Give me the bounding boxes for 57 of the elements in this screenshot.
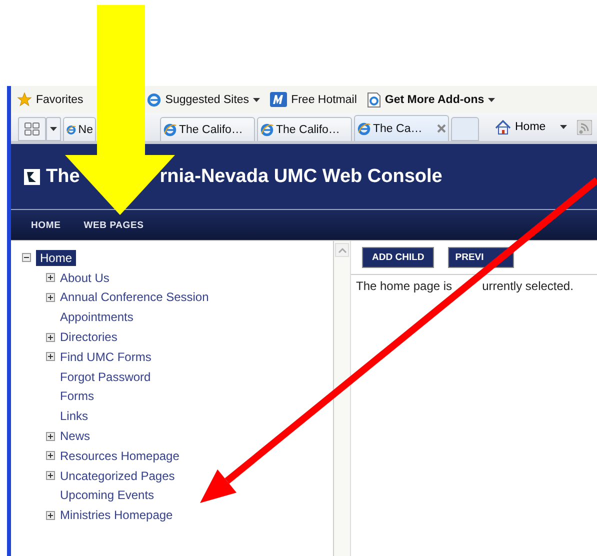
toolbar-button[interactable]: ADD CHILD: [362, 247, 434, 268]
status-message: urrently selected.: [482, 279, 574, 293]
nav-link[interactable]: WEB PAGES: [84, 220, 144, 230]
browser-icon: [357, 122, 371, 136]
browser-icon: [66, 122, 76, 136]
nav-link[interactable]: HOME: [31, 220, 61, 230]
favorites-bar-item[interactable]: Favorites: [17, 92, 84, 107]
favorites-bar-item[interactable]: Free Hotmail: [270, 92, 357, 107]
house-icon: [495, 120, 511, 134]
favorites-bar-item[interactable]: Suggested Sites: [147, 92, 260, 106]
grid-icon: [24, 122, 40, 136]
browser-icon: [147, 92, 162, 106]
tree-item[interactable]: Home: [36, 250, 76, 266]
tree-item[interactable]: News: [60, 428, 90, 444]
tree-item[interactable]: Resources Homepage: [60, 448, 180, 464]
expand-icon[interactable]: [46, 273, 55, 282]
browser-tab[interactable]: Ne: [63, 117, 96, 141]
expand-icon[interactable]: [46, 432, 55, 441]
tree-item[interactable]: Forms: [60, 388, 94, 404]
caret-icon: [50, 127, 57, 131]
close-icon[interactable]: [437, 124, 446, 133]
browser-icon: [163, 122, 177, 136]
tree-item[interactable]: Annual Conference Session: [60, 289, 209, 306]
browser-tab[interactable]: The Ca…: [354, 115, 449, 141]
mail-logo-icon: [270, 92, 288, 107]
tree-item[interactable]: Upcoming Events: [60, 487, 154, 504]
quick-tabs-button[interactable]: [18, 117, 46, 141]
logo-icon: [24, 168, 40, 184]
tree-item[interactable]: About Us: [60, 270, 110, 286]
tree-item[interactable]: Directories: [60, 329, 118, 346]
chevron-up-icon: [338, 248, 346, 252]
star-icon: [17, 92, 32, 107]
site-title: The: [46, 166, 80, 188]
tree-item[interactable]: Find UMC Forms: [60, 348, 152, 365]
expand-icon[interactable]: [46, 332, 55, 342]
browser-tab[interactable]: The Califo…: [160, 117, 255, 141]
expand-icon[interactable]: [46, 451, 55, 460]
feed-icon[interactable]: [576, 120, 592, 134]
tree-item[interactable]: Appointments: [60, 309, 134, 326]
browser-icon: [260, 122, 274, 136]
tree-item[interactable]: Uncategorized Pages: [60, 468, 175, 484]
home-button[interactable]: Home: [495, 120, 546, 134]
collapse-icon[interactable]: [22, 253, 31, 262]
browser-tab[interactable]: The Califo…: [257, 117, 352, 141]
status-message: The home page is: [356, 279, 452, 293]
favorites-bar-item[interactable]: Get More Add-ons: [366, 92, 496, 108]
browser-page-icon: [366, 92, 381, 108]
expand-icon[interactable]: [46, 471, 55, 480]
expand-icon[interactable]: [46, 510, 55, 520]
tab-list-button[interactable]: [46, 117, 61, 141]
expand-icon[interactable]: [46, 292, 55, 302]
tree-item[interactable]: Links: [60, 408, 88, 424]
caret-icon[interactable]: [560, 125, 567, 129]
site-title: rnia-Nevada UMC Web Console: [160, 166, 442, 188]
tree-item[interactable]: Forgot Password: [60, 368, 151, 385]
tree-item[interactable]: Ministries Homepage: [60, 507, 173, 524]
expand-icon[interactable]: [46, 352, 55, 362]
